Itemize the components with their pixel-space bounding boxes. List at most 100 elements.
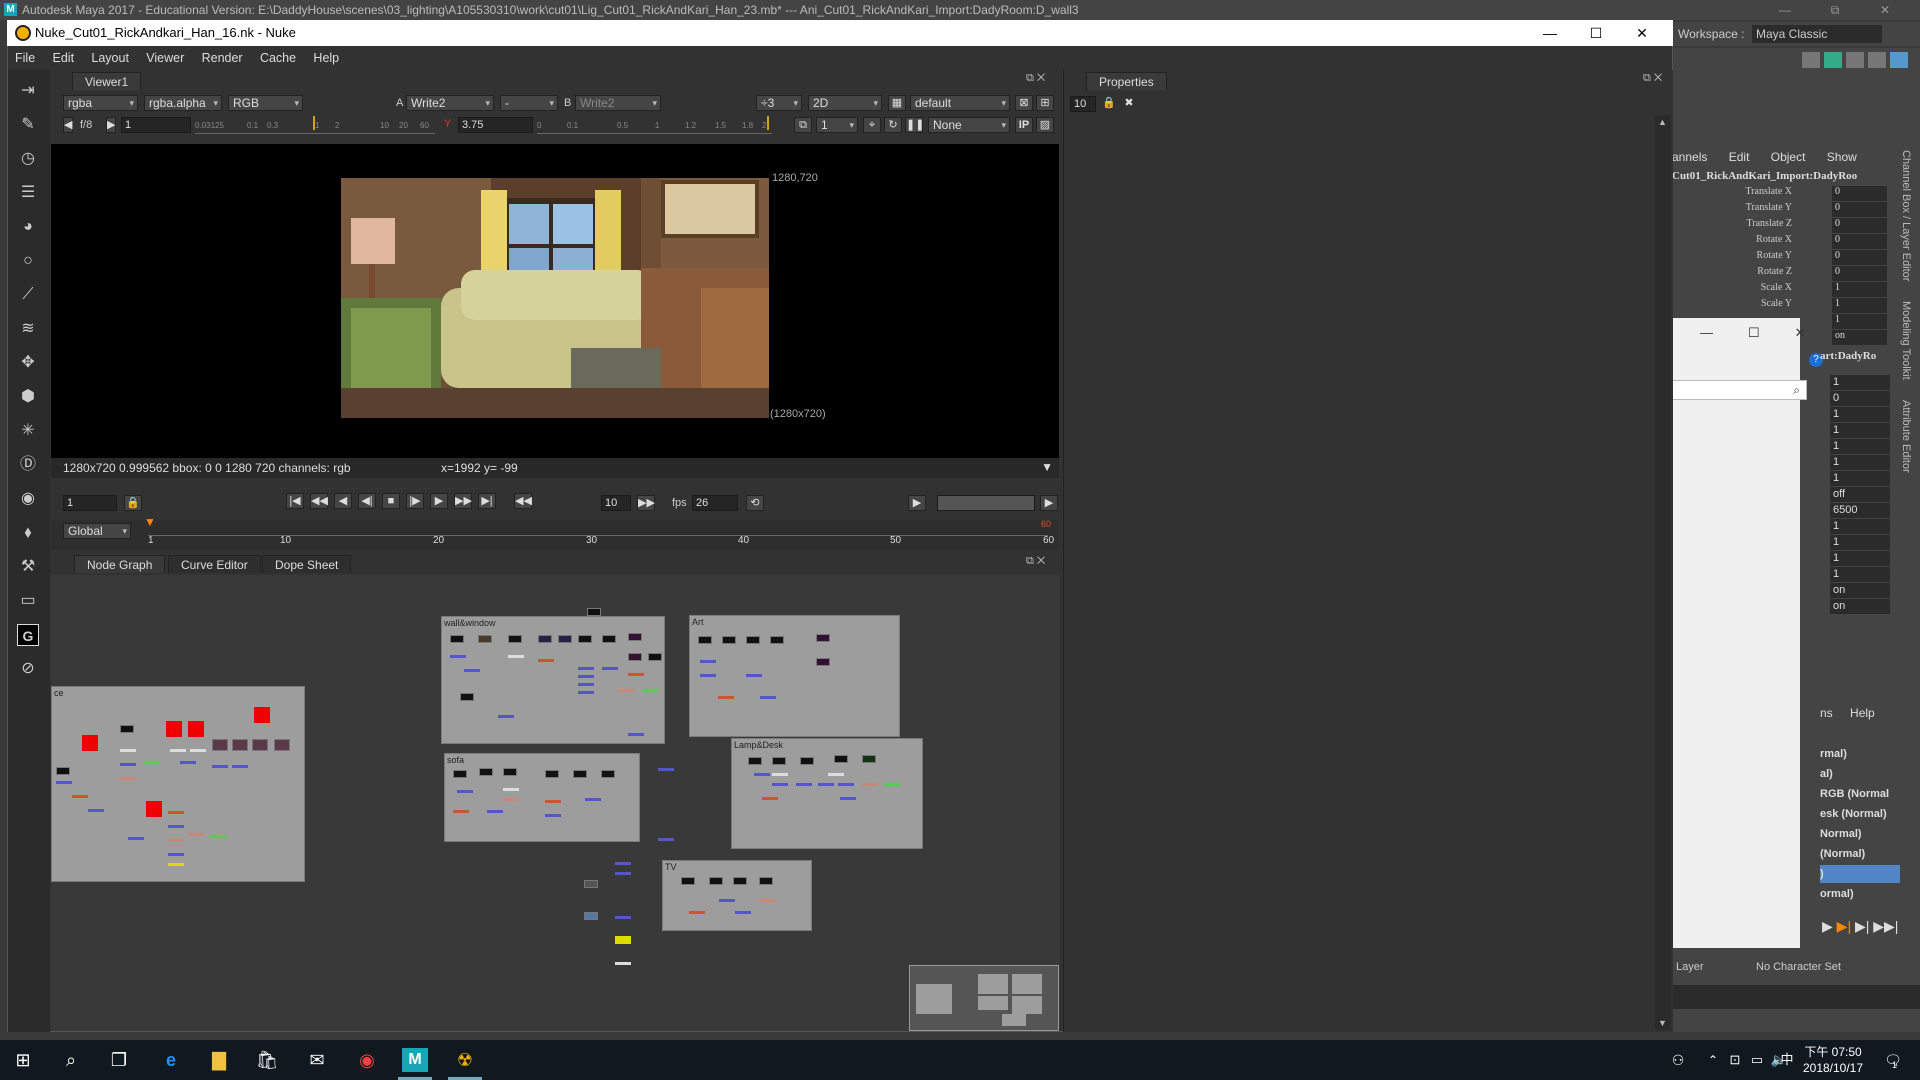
node-read[interactable] xyxy=(120,725,134,733)
node-read[interactable] xyxy=(698,636,712,644)
layer-item[interactable]: RGB (Normal xyxy=(1820,785,1900,803)
node-read[interactable] xyxy=(722,636,736,644)
menu-viewer[interactable]: Viewer xyxy=(139,47,191,69)
node-red[interactable] xyxy=(82,735,98,751)
other-tool-icon[interactable]: ▭ xyxy=(17,590,39,612)
minimize-icon[interactable]: — xyxy=(1527,20,1573,46)
search-icon[interactable]: ⌕ xyxy=(58,1048,84,1072)
pause-icon[interactable]: ❚❚ xyxy=(905,117,924,133)
fps-input[interactable]: 26 xyxy=(692,495,738,511)
menu-file[interactable]: File xyxy=(8,47,42,69)
float-icon[interactable]: ⧉ xyxy=(1026,72,1034,84)
channel-row[interactable]: Rotate Z0 xyxy=(1672,266,1902,282)
transform-tool-icon[interactable]: ✥ xyxy=(17,352,39,374)
subwin-close-icon[interactable]: ✕ xyxy=(1795,325,1806,340)
properties-float-icon[interactable]: ⧉ xyxy=(1643,72,1651,84)
node-read[interactable] xyxy=(800,757,814,765)
node-read[interactable] xyxy=(558,635,572,643)
channel-menu-show[interactable]: Show xyxy=(1827,150,1857,164)
wipe-icon[interactable]: ⊞ xyxy=(1036,95,1054,111)
tab-modeling-toolkit[interactable]: Modeling Toolkit xyxy=(1900,301,1912,380)
shape-value[interactable]: 1 xyxy=(1830,455,1890,470)
edge-icon[interactable]: e xyxy=(158,1048,184,1072)
deep-tool-icon[interactable]: Ⓓ xyxy=(17,454,39,476)
shape-value[interactable]: on xyxy=(1830,583,1890,598)
subwin-search-input[interactable]: ⌕ xyxy=(1672,380,1807,400)
gain-input[interactable]: 1 xyxy=(121,117,191,133)
node-merge[interactable] xyxy=(274,739,290,751)
range-end-icon[interactable]: ▶ xyxy=(1040,495,1058,511)
node-read[interactable] xyxy=(584,880,598,888)
maya-taskbar-icon[interactable]: M xyxy=(402,1048,428,1072)
layer-item[interactable]: rmal) xyxy=(1820,745,1900,763)
flipbook-icon[interactable]: ▶ xyxy=(908,495,926,511)
view-mode-dropdown[interactable]: 2D xyxy=(808,95,882,111)
shape-value[interactable]: off xyxy=(1830,487,1890,502)
node-read[interactable] xyxy=(578,635,592,643)
shape-value[interactable]: 6500 xyxy=(1830,503,1890,518)
max-panels-input[interactable]: 10 xyxy=(1070,96,1096,112)
tab-viewer1[interactable]: Viewer1 xyxy=(72,72,142,90)
node-red[interactable] xyxy=(188,721,204,737)
channel-row[interactable]: Scale Y1 xyxy=(1672,298,1902,314)
node-read[interactable] xyxy=(538,635,552,643)
alpha-channel-dropdown[interactable]: rgba.alpha xyxy=(144,95,222,111)
menu-render[interactable]: Render xyxy=(195,47,250,69)
views-tool-icon[interactable]: ◉ xyxy=(17,488,39,510)
image-tool-icon[interactable]: ⇥ xyxy=(17,80,39,102)
node-red[interactable] xyxy=(254,707,270,723)
lut-dropdown[interactable]: default xyxy=(910,95,1010,111)
stop-icon[interactable]: ■ xyxy=(382,493,400,509)
channel-row[interactable]: Translate Z0 xyxy=(1672,218,1902,234)
node-read[interactable] xyxy=(759,877,773,885)
node-read[interactable] xyxy=(573,770,587,778)
timeline-ruler[interactable]: ▼ 1 10 20 30 40 50 60 60 xyxy=(144,515,1054,547)
color-tool-icon[interactable]: ◕ xyxy=(17,216,39,238)
range-input[interactable] xyxy=(937,495,1035,511)
shape-value[interactable]: 1 xyxy=(1830,519,1890,534)
node-red[interactable] xyxy=(146,801,162,817)
gamma-slider[interactable]: 0 0.1 0.5 1 1.2 1.5 1.8 2 xyxy=(537,116,772,134)
close-icon[interactable]: ✕ xyxy=(1619,20,1665,46)
menu-help[interactable]: Help xyxy=(306,47,346,69)
maya-command-line[interactable] xyxy=(1672,985,1920,1009)
layer-item[interactable]: al) xyxy=(1820,765,1900,783)
node-read[interactable] xyxy=(479,768,493,776)
node-read[interactable] xyxy=(56,767,70,775)
node-read[interactable] xyxy=(628,633,642,641)
channel-tool-icon[interactable]: ☰ xyxy=(17,182,39,204)
menu-layout[interactable]: Layout xyxy=(84,47,136,69)
shape-value[interactable]: 1 xyxy=(1830,439,1890,454)
refresh-icon[interactable]: ↻ xyxy=(884,117,902,133)
node-merge[interactable] xyxy=(628,653,642,661)
properties-close-icon[interactable]: ✕ xyxy=(1654,72,1662,84)
end-icon[interactable]: ▶▶| xyxy=(1873,918,1898,934)
current-frame-input[interactable]: 1 xyxy=(63,495,117,511)
node-read[interactable] xyxy=(478,635,492,643)
draw-tool-icon[interactable]: ✎ xyxy=(17,114,39,136)
backdrop-lamp-desk[interactable]: Lamp&Desk xyxy=(731,738,923,849)
scroll-down-icon[interactable]: ▼ xyxy=(1658,1018,1667,1028)
channels-dropdown[interactable]: rgba xyxy=(63,95,138,111)
node-read[interactable] xyxy=(748,757,762,765)
chrome-icon[interactable]: ◉ xyxy=(354,1048,380,1072)
shape-value[interactable]: 1 xyxy=(1830,407,1890,422)
node-merge[interactable] xyxy=(816,658,830,666)
maya-panel-icon[interactable] xyxy=(1846,52,1864,68)
gamma-input[interactable]: 3.75 xyxy=(458,117,533,133)
node-merge[interactable] xyxy=(232,739,248,751)
mail-icon[interactable]: ✉ xyxy=(304,1048,330,1072)
next-frame-icon[interactable]: ▶ xyxy=(430,493,448,509)
shape-value[interactable]: 1 xyxy=(1830,375,1890,390)
node-graph-minimap[interactable] xyxy=(909,965,1059,1031)
viewer-close-icon[interactable]: ✕ xyxy=(1037,72,1045,84)
play-backward-icon[interactable]: ◀| xyxy=(358,493,376,509)
nuke-taskbar-icon[interactable]: ☢ xyxy=(452,1048,478,1072)
channel-row[interactable]: Scale X1 xyxy=(1672,282,1902,298)
gain-slider[interactable]: 0.03125 0.1 0.3 1 2 10 20 60 xyxy=(195,116,435,134)
character-set-dropdown[interactable]: No Character Set xyxy=(1756,955,1841,979)
step-forward-icon[interactable]: ▶▶ xyxy=(637,495,655,511)
roi-dropdown[interactable]: None xyxy=(928,117,1010,133)
backdrop-wall-window[interactable]: wall&window xyxy=(441,616,665,744)
checker-icon[interactable]: ▨ xyxy=(1036,117,1054,133)
